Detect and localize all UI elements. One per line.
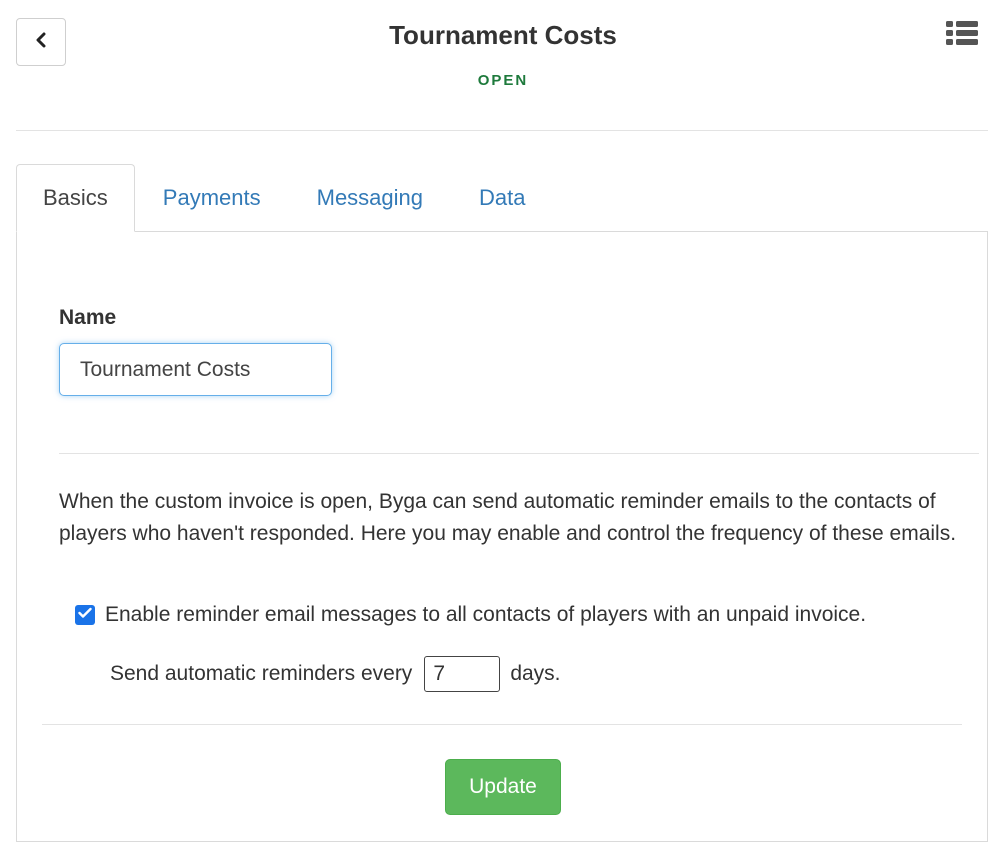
name-input[interactable] <box>59 343 332 396</box>
tab-data[interactable]: Data <box>451 164 553 232</box>
list-icon <box>946 21 978 50</box>
tab-payments[interactable]: Payments <box>135 164 289 232</box>
update-button[interactable]: Update <box>445 759 561 815</box>
reminder-checkbox-label: Enable reminder email messages to all co… <box>105 603 867 626</box>
frequency-prefix: Send automatic reminders every <box>110 662 413 685</box>
page-title: Tournament Costs <box>389 20 617 50</box>
frequency-suffix: days. <box>510 662 561 685</box>
status-badge: OPEN <box>477 72 529 89</box>
reminder-frequency-row: Send automatic reminders every days. <box>110 656 561 692</box>
reminder-description: When the custom invoice is open, Byga ca… <box>59 490 957 545</box>
name-label: Name <box>59 306 117 329</box>
footer-divider <box>42 724 962 725</box>
tab-basics[interactable]: Basics <box>16 164 135 232</box>
list-menu-button[interactable] <box>946 20 984 50</box>
reminder-checkbox[interactable] <box>75 605 95 625</box>
tab-bar: Basics Payments Messaging Data <box>16 164 554 232</box>
tab-messaging[interactable]: Messaging <box>289 164 451 232</box>
checkmark-icon <box>78 606 92 624</box>
header-divider <box>16 130 988 131</box>
section-divider <box>59 453 979 454</box>
frequency-days-input[interactable] <box>424 656 501 692</box>
basics-panel: Name When the custom invoice is open, By… <box>16 231 988 842</box>
reminder-checkbox-row: Enable reminder email messages to all co… <box>75 603 866 627</box>
